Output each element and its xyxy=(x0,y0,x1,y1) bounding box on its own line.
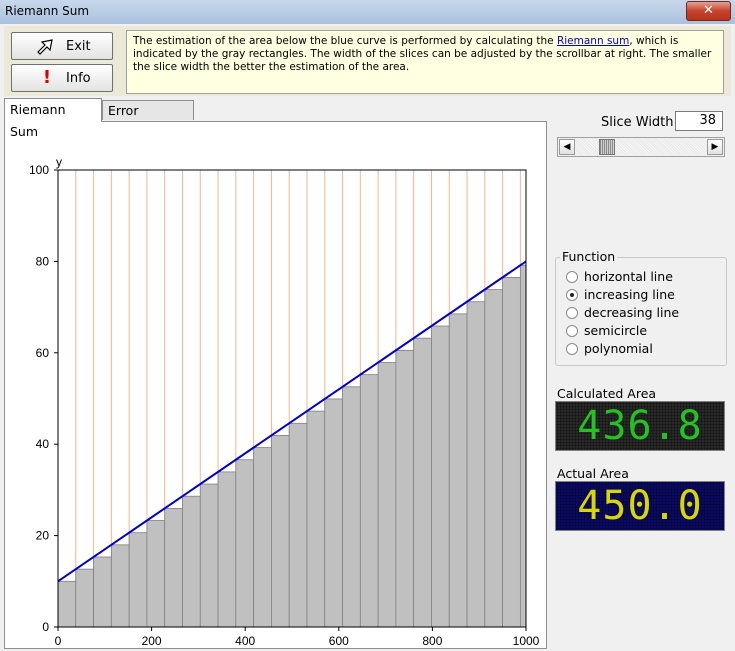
riemann-rect xyxy=(466,301,486,628)
radio-decreasing-line[interactable]: decreasing line xyxy=(566,304,679,322)
radio-icon xyxy=(566,324,578,337)
riemann-rect xyxy=(448,313,468,628)
scroll-thumb[interactable] xyxy=(598,139,615,155)
radio-icon xyxy=(566,270,578,283)
riemann-rect xyxy=(359,374,379,628)
riemann-rect xyxy=(377,362,397,628)
radio-label: decreasing line xyxy=(584,305,680,320)
radio-selected-icon xyxy=(566,288,578,301)
riemann-chart: 0 200 400 600 800 1000 0 20 40 60 80 100 x y xyxy=(29,155,540,651)
riemann-rect xyxy=(271,435,290,628)
window-title: Riemann Sum xyxy=(5,4,90,18)
radio-increasing-line[interactable]: increasing line xyxy=(566,286,675,304)
top-panel: Exit ! Info The estimation of the area b… xyxy=(4,26,731,96)
riemann-rect xyxy=(199,483,219,628)
x-tick-label: 200 xyxy=(142,634,162,648)
riemann-rect xyxy=(342,386,361,628)
riemann-rect xyxy=(128,532,148,628)
x-tick-label: 1000 xyxy=(513,634,540,648)
x-tick-label: 800 xyxy=(422,634,442,648)
riemann-rect xyxy=(431,325,450,628)
riemann-rect xyxy=(146,520,166,628)
tab-error-function[interactable]: Error Function xyxy=(102,100,194,138)
exit-arrow-icon xyxy=(36,37,58,55)
calculated-area-label: Calculated Area xyxy=(557,386,657,401)
calculated-area-display: 436.8 xyxy=(555,401,725,451)
y-tick-label: 40 xyxy=(36,437,50,451)
riemann-rect xyxy=(395,349,415,628)
y-tick-label: 60 xyxy=(36,346,50,360)
riemann-rect xyxy=(413,337,432,628)
riemann-rect xyxy=(253,447,272,628)
riemann-rect xyxy=(217,471,237,628)
riemann-rect xyxy=(57,580,77,628)
slice-width-value: 38 xyxy=(675,111,723,131)
x-axis-label: x xyxy=(269,646,275,648)
x-tick-label: 600 xyxy=(329,634,349,648)
radio-horizontal-line[interactable]: horizontal line xyxy=(566,268,673,286)
radio-icon xyxy=(566,306,578,319)
scroll-right-arrow-icon[interactable]: ▶ xyxy=(707,139,723,155)
tab-riemann-sum[interactable]: Riemann Sum xyxy=(4,98,102,139)
riemann-rect xyxy=(235,459,255,628)
side-panel: Slice Width 38 ◀ ▶ Function horizontal l… xyxy=(549,98,731,646)
radio-polynomial[interactable]: polynomial xyxy=(566,340,653,358)
y-tick-label: 80 xyxy=(36,254,50,268)
description-box: The estimation of the area below the blu… xyxy=(126,30,724,94)
description-text: The estimation of the area below the blu… xyxy=(133,35,557,47)
riemann-rect xyxy=(288,422,308,628)
riemann-rect xyxy=(306,410,326,628)
riemann-rect xyxy=(502,276,521,628)
exit-button[interactable]: Exit xyxy=(11,32,113,60)
function-group-title: Function xyxy=(560,249,618,264)
close-icon: ✕ xyxy=(703,3,714,18)
radio-label: polynomial xyxy=(584,341,653,356)
exit-label: Exit xyxy=(66,39,91,54)
slice-width-scrollbar[interactable]: ◀ ▶ xyxy=(557,137,725,157)
y-tick-label: 100 xyxy=(29,163,49,177)
riemann-rect xyxy=(484,289,504,628)
x-tick-label: 400 xyxy=(235,634,255,648)
chart-panel: 0 200 400 600 800 1000 0 20 40 60 80 100 x y xyxy=(4,121,547,651)
riemann-rect xyxy=(519,264,527,628)
actual-area-label: Actual Area xyxy=(557,466,629,481)
riemann-rect xyxy=(182,495,201,628)
scroll-left-arrow-icon[interactable]: ◀ xyxy=(559,139,575,155)
exclamation-icon: ! xyxy=(42,67,52,88)
close-button[interactable]: ✕ xyxy=(686,1,731,21)
x-tick-label: 0 xyxy=(55,634,62,648)
slice-width-label: Slice Width xyxy=(601,115,674,130)
radio-label: semicircle xyxy=(584,323,648,338)
y-axis-label: y xyxy=(56,155,62,169)
radio-semicircle[interactable]: semicircle xyxy=(566,322,647,340)
title-bar: Riemann Sum ✕ xyxy=(0,0,735,25)
actual-area-display: 450.0 xyxy=(555,481,725,531)
radio-label: horizontal line xyxy=(584,269,673,284)
riemann-rect xyxy=(164,507,183,628)
app-window: Riemann Sum ✕ Exit ! Info The estimation… xyxy=(0,0,735,651)
radio-icon xyxy=(566,342,578,355)
riemann-rect xyxy=(110,544,130,628)
riemann-rect xyxy=(93,556,112,628)
info-button[interactable]: ! Info xyxy=(11,64,113,92)
info-label: Info xyxy=(66,71,91,86)
tab-strip: Riemann Sum Error Function xyxy=(4,98,544,139)
client-area: Exit ! Info The estimation of the area b… xyxy=(0,24,735,651)
riemann-sum-link[interactable]: Riemann sum xyxy=(557,35,629,47)
riemann-rect xyxy=(75,568,94,628)
radio-label: increasing line xyxy=(584,287,675,302)
function-group: Function horizontal line increasing line… xyxy=(555,249,727,366)
riemann-rect xyxy=(324,398,343,628)
y-tick-label: 20 xyxy=(36,529,50,543)
y-tick-label: 0 xyxy=(42,620,49,634)
